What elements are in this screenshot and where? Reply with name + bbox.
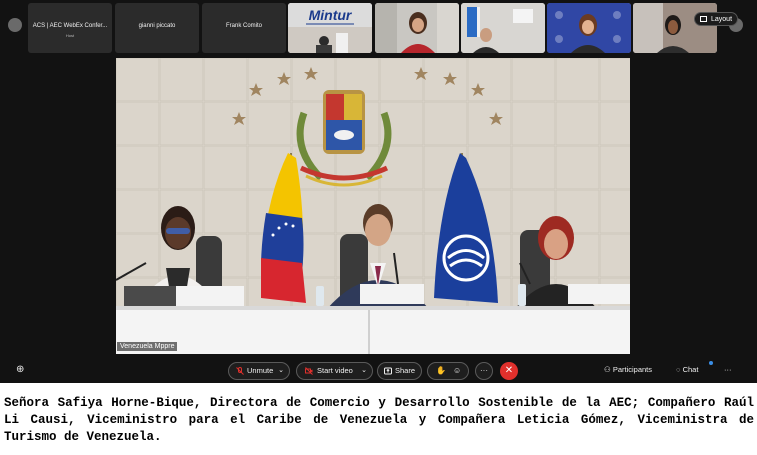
share-button[interactable]: Share xyxy=(377,362,422,380)
main-video-image xyxy=(116,58,630,354)
start-video-button[interactable]: Start video ⌄ xyxy=(296,362,373,380)
video-tile-speaker-aec[interactable] xyxy=(547,3,631,53)
webex-meeting-window: ACS | AEC WebEx Confer... Host gianni pi… xyxy=(0,0,757,383)
layout-button-label: Layout xyxy=(711,16,733,23)
raise-hand-icon[interactable]: ✋ xyxy=(436,363,446,379)
participant-role: Host xyxy=(65,33,75,38)
participant-tile-frank[interactable]: Frank Comito xyxy=(202,3,286,53)
video-tile-speaker-window-image xyxy=(633,3,717,53)
participant-strip: ACS | AEC WebEx Confer... Host gianni pi… xyxy=(0,3,757,53)
participant-name: gianni piccato xyxy=(138,23,176,29)
video-tile-speaker-man-image xyxy=(461,3,545,53)
layout-icon xyxy=(700,16,707,22)
share-icon xyxy=(384,367,392,375)
video-source-label: Venezuela Mppre xyxy=(117,342,178,351)
more-menu-icon[interactable]: ··· xyxy=(724,365,732,374)
chat-notification-dot xyxy=(709,361,713,365)
share-button-label: Share xyxy=(395,366,416,375)
muted-mic-icon xyxy=(236,367,244,375)
scroll-left-button[interactable] xyxy=(8,18,22,32)
participant-name: ACS | AEC WebEx Confer... xyxy=(32,23,108,29)
main-video xyxy=(116,58,630,354)
video-tile-speaker-aec-image xyxy=(547,3,631,53)
video-tile-speaker-red[interactable] xyxy=(375,3,459,53)
video-tile-mintur[interactable]: Mintur xyxy=(288,3,372,53)
chat-bubble-icon: ◌ xyxy=(676,365,681,374)
chevron-down-icon[interactable]: ⌄ xyxy=(361,363,367,379)
unmute-button-label: Unmute xyxy=(247,366,274,375)
emoji-icon[interactable]: ☺ xyxy=(453,363,461,379)
participants-icon: ⚇ xyxy=(604,365,611,374)
video-tile-speaker-window[interactable] xyxy=(633,3,717,53)
participant-tile-host[interactable]: ACS | AEC WebEx Confer... Host xyxy=(28,3,112,53)
placard-center xyxy=(360,284,424,304)
placard-left xyxy=(176,286,244,306)
participant-name: Frank Comito xyxy=(225,23,262,29)
video-tile-speaker-red-image xyxy=(375,3,459,53)
chevron-down-icon[interactable]: ⌄ xyxy=(278,363,284,379)
mintur-logo-text: Mintur xyxy=(309,7,353,23)
video-tile-mintur-image: Mintur xyxy=(288,3,372,53)
chat-button[interactable]: ◌ Chat xyxy=(676,365,698,374)
placard-right xyxy=(568,284,630,304)
video-off-icon xyxy=(305,367,313,375)
chat-button-label: Chat xyxy=(682,365,699,374)
globe-icon[interactable]: ⊕ xyxy=(16,364,24,375)
start-video-button-label: Start video xyxy=(317,366,353,375)
unmute-button[interactable]: Unmute ⌄ xyxy=(228,362,290,380)
photo-caption: Señora Safiya Horne-Bique, Directora de … xyxy=(4,396,754,444)
participant-tile-gianni[interactable]: gianni piccato xyxy=(115,3,199,53)
reactions-button-group[interactable]: ✋ ☺ xyxy=(427,362,469,380)
participants-button-label: Participants xyxy=(612,365,653,374)
video-tile-speaker-man[interactable] xyxy=(461,3,545,53)
meeting-toolbar: ⊕ Unmute ⌄ Start video ⌄ Share ✋ ☺ ··· ✕… xyxy=(0,360,757,383)
more-options-button[interactable]: ··· xyxy=(475,362,493,380)
layout-button[interactable]: Layout xyxy=(694,12,738,26)
participants-button[interactable]: ⚇ Participants xyxy=(604,365,652,374)
leave-meeting-button[interactable]: ✕ xyxy=(500,362,518,380)
